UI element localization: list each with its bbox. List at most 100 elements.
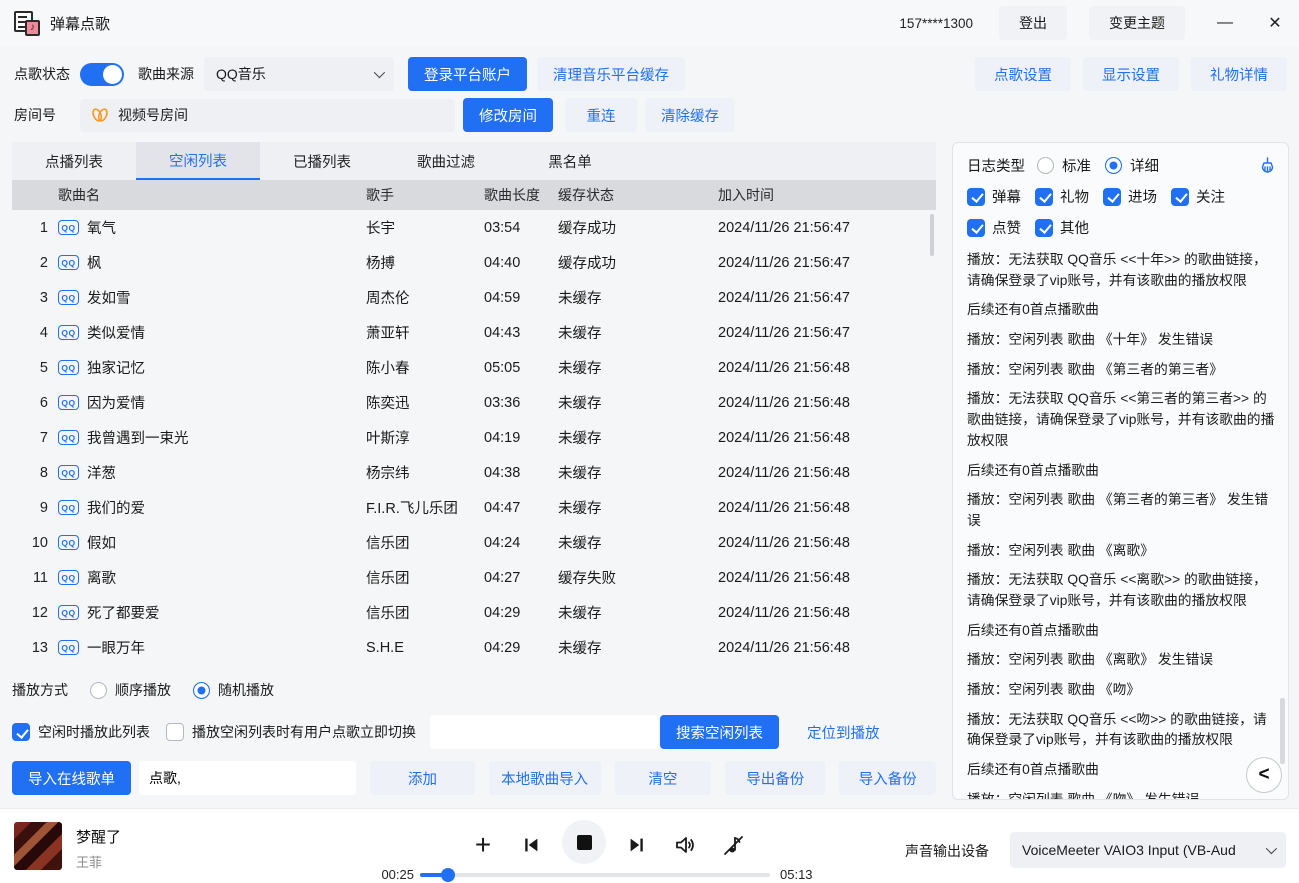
- tab-4[interactable]: 黑名单: [508, 142, 632, 180]
- table-row[interactable]: 3QQ发如雪周杰伦04:59未缓存2024/11/26 21:56:47: [12, 280, 936, 315]
- log-filter-5[interactable]: 其他: [1035, 217, 1089, 238]
- progress-track[interactable]: [420, 873, 770, 877]
- cache-status: 未缓存: [558, 637, 696, 658]
- tab-3[interactable]: 歌曲过滤: [384, 142, 508, 180]
- import-online-playlist-button[interactable]: 导入在线歌单: [12, 761, 131, 795]
- local-import-button[interactable]: 本地歌曲导入: [489, 761, 601, 795]
- table-row[interactable]: 4QQ类似爱情萧亚轩04:43未缓存2024/11/26 21:56:47: [12, 315, 936, 350]
- previous-track-icon[interactable]: [514, 828, 548, 862]
- play-mode-label: 播放方式: [12, 680, 68, 700]
- change-theme-button[interactable]: 变更主题: [1089, 6, 1185, 40]
- table-row[interactable]: 10QQ假如信乐团04:24未缓存2024/11/26 21:56:48: [12, 525, 936, 560]
- row-number: 8: [12, 465, 58, 481]
- log-filter-3[interactable]: 关注: [1171, 186, 1225, 207]
- artist: 长宇: [366, 217, 484, 238]
- row-number: 2: [12, 255, 58, 271]
- radio-log-standard[interactable]: 标准: [1037, 155, 1091, 176]
- status-toggle[interactable]: [80, 63, 124, 86]
- clear-list-button[interactable]: 清空: [615, 761, 712, 795]
- radio-label: 标准: [1062, 155, 1091, 176]
- cache-status: 未缓存: [558, 392, 696, 413]
- locate-playing-button[interactable]: 定位到播放: [791, 715, 896, 749]
- progress-thumb[interactable]: [441, 868, 455, 882]
- tab-1[interactable]: 空闲列表: [136, 142, 260, 180]
- song-name-cell: QQ一眼万年: [58, 637, 366, 658]
- checkbox-icon: [1171, 188, 1189, 206]
- display-settings-button[interactable]: 显示设置: [1083, 57, 1179, 91]
- artist: 信乐团: [366, 602, 484, 623]
- table-row[interactable]: 5QQ独家记忆陈小春05:05未缓存2024/11/26 21:56:48: [12, 350, 936, 385]
- table-row[interactable]: 7QQ我曾遇到一束光叶斯淳04:19未缓存2024/11/26 21:56:48: [12, 420, 936, 455]
- source-select[interactable]: QQ音乐: [204, 57, 394, 91]
- reconnect-button[interactable]: 重连: [565, 98, 637, 132]
- add-song-icon[interactable]: +: [466, 828, 500, 862]
- volume-icon[interactable]: [668, 828, 702, 862]
- clear-cache-button[interactable]: 清除缓存: [645, 98, 735, 132]
- join-time: 2024/11/26 21:56:47: [696, 325, 936, 341]
- table-row[interactable]: 13QQ一眼万年S.H.E04:29未缓存2024/11/26 21:56:48: [12, 630, 936, 665]
- close-button[interactable]: ✕: [1265, 13, 1285, 33]
- next-track-icon[interactable]: [620, 828, 654, 862]
- idle-search-input[interactable]: [430, 715, 658, 749]
- stop-icon[interactable]: [562, 820, 606, 864]
- log-filter-2[interactable]: 进场: [1103, 186, 1157, 207]
- login-platform-button[interactable]: 登录平台账户: [408, 57, 527, 91]
- table-scrollbar[interactable]: [930, 214, 934, 256]
- radio-label: 顺序播放: [115, 680, 171, 700]
- radio-log-detailed[interactable]: 详细: [1105, 155, 1159, 176]
- table-row[interactable]: 6QQ因为爱情陈奕迅03:36未缓存2024/11/26 21:56:48: [12, 385, 936, 420]
- gift-details-button[interactable]: 礼物详情: [1191, 57, 1287, 91]
- log-filter-0[interactable]: 弹幕: [967, 186, 1021, 207]
- radio-label: 详细: [1130, 155, 1159, 176]
- log-type-label: 日志类型: [967, 155, 1025, 176]
- collapse-panel-button[interactable]: <: [1246, 757, 1282, 793]
- song-length: 05:05: [484, 360, 558, 376]
- song-settings-button[interactable]: 点歌设置: [975, 57, 1071, 91]
- modify-room-button[interactable]: 修改房间: [463, 98, 553, 132]
- log-scrollbar[interactable]: [1280, 698, 1285, 764]
- qq-source-icon: QQ: [58, 605, 79, 620]
- song-length: 04:40: [484, 255, 558, 271]
- export-backup-button[interactable]: 导出备份: [725, 761, 825, 795]
- minimize-button[interactable]: —: [1215, 14, 1235, 32]
- table-row[interactable]: 1QQ氧气长宇03:54缓存成功2024/11/26 21:56:47: [12, 210, 936, 245]
- room-input[interactable]: 视频号房间: [80, 99, 455, 132]
- clean-music-cache-button[interactable]: 清理音乐平台缓存: [537, 57, 685, 91]
- table-row[interactable]: 12QQ死了都要爱信乐团04:29未缓存2024/11/26 21:56:48: [12, 595, 936, 630]
- clear-log-broom-icon[interactable]: [1259, 157, 1276, 174]
- checkbox-play-idle-list[interactable]: 空闲时播放此列表: [12, 722, 150, 742]
- log-entry: 播放：空闲列表 歌曲 《吻》: [967, 680, 1276, 701]
- table-row[interactable]: 2QQ枫杨搏04:40缓存成功2024/11/26 21:56:47: [12, 245, 936, 280]
- player-bar: 梦醒了 王菲 + 00:25: [0, 808, 1299, 883]
- tab-0[interactable]: 点播列表: [12, 142, 136, 180]
- radio-random-play[interactable]: 随机播放: [193, 680, 274, 700]
- now-playing-artist: 王菲: [76, 852, 102, 871]
- log-entry: 后续还有0首点播歌曲: [967, 760, 1276, 781]
- radio-sequential-play[interactable]: 顺序播放: [90, 680, 171, 700]
- logout-button[interactable]: 登出: [999, 6, 1067, 40]
- current-time: 00:25: [374, 867, 414, 882]
- search-idle-list-button[interactable]: 搜索空闲列表: [660, 715, 779, 749]
- cache-status: 未缓存: [558, 497, 696, 518]
- log-filter-4[interactable]: 点赞: [967, 217, 1021, 238]
- checkbox-switch-on-request[interactable]: 播放空闲列表时有用户点歌立即切换: [166, 722, 416, 742]
- song-name: 类似爱情: [87, 322, 145, 343]
- table-row[interactable]: 11QQ离歌信乐团04:27缓存失败2024/11/26 21:56:48: [12, 560, 936, 595]
- song-name-cell: QQ我曾遇到一束光: [58, 427, 366, 448]
- app-window: { "window": { "title": "弹幕点歌", "account"…: [0, 0, 1299, 883]
- tab-2[interactable]: 已播列表: [260, 142, 384, 180]
- add-button[interactable]: 添加: [370, 761, 474, 795]
- command-input[interactable]: [139, 761, 356, 795]
- import-backup-button[interactable]: 导入备份: [839, 761, 936, 795]
- output-device-select[interactable]: VoiceMeeter VAIO3 Input (VB-Aud: [1010, 832, 1286, 868]
- cache-status: 未缓存: [558, 287, 696, 308]
- idle-options-row: 空闲时播放此列表 播放空闲列表时有用户点歌立即切换 搜索空闲列表 定位到播放: [12, 711, 936, 753]
- log-entry: 后续还有0首点播歌曲: [967, 461, 1276, 482]
- table-row[interactable]: 9QQ我们的爱F.I.R.飞儿乐团04:47未缓存2024/11/26 21:5…: [12, 490, 936, 525]
- table-row[interactable]: 8QQ洋葱杨宗纬04:38未缓存2024/11/26 21:56:48: [12, 455, 936, 490]
- song-name: 我们的爱: [87, 497, 145, 518]
- table-header: 歌曲名 歌手 歌曲长度 缓存状态 加入时间: [12, 180, 936, 210]
- header-song-name: 歌曲名: [58, 185, 366, 205]
- log-filter-1[interactable]: 礼物: [1035, 186, 1089, 207]
- mute-announce-icon[interactable]: [716, 828, 750, 862]
